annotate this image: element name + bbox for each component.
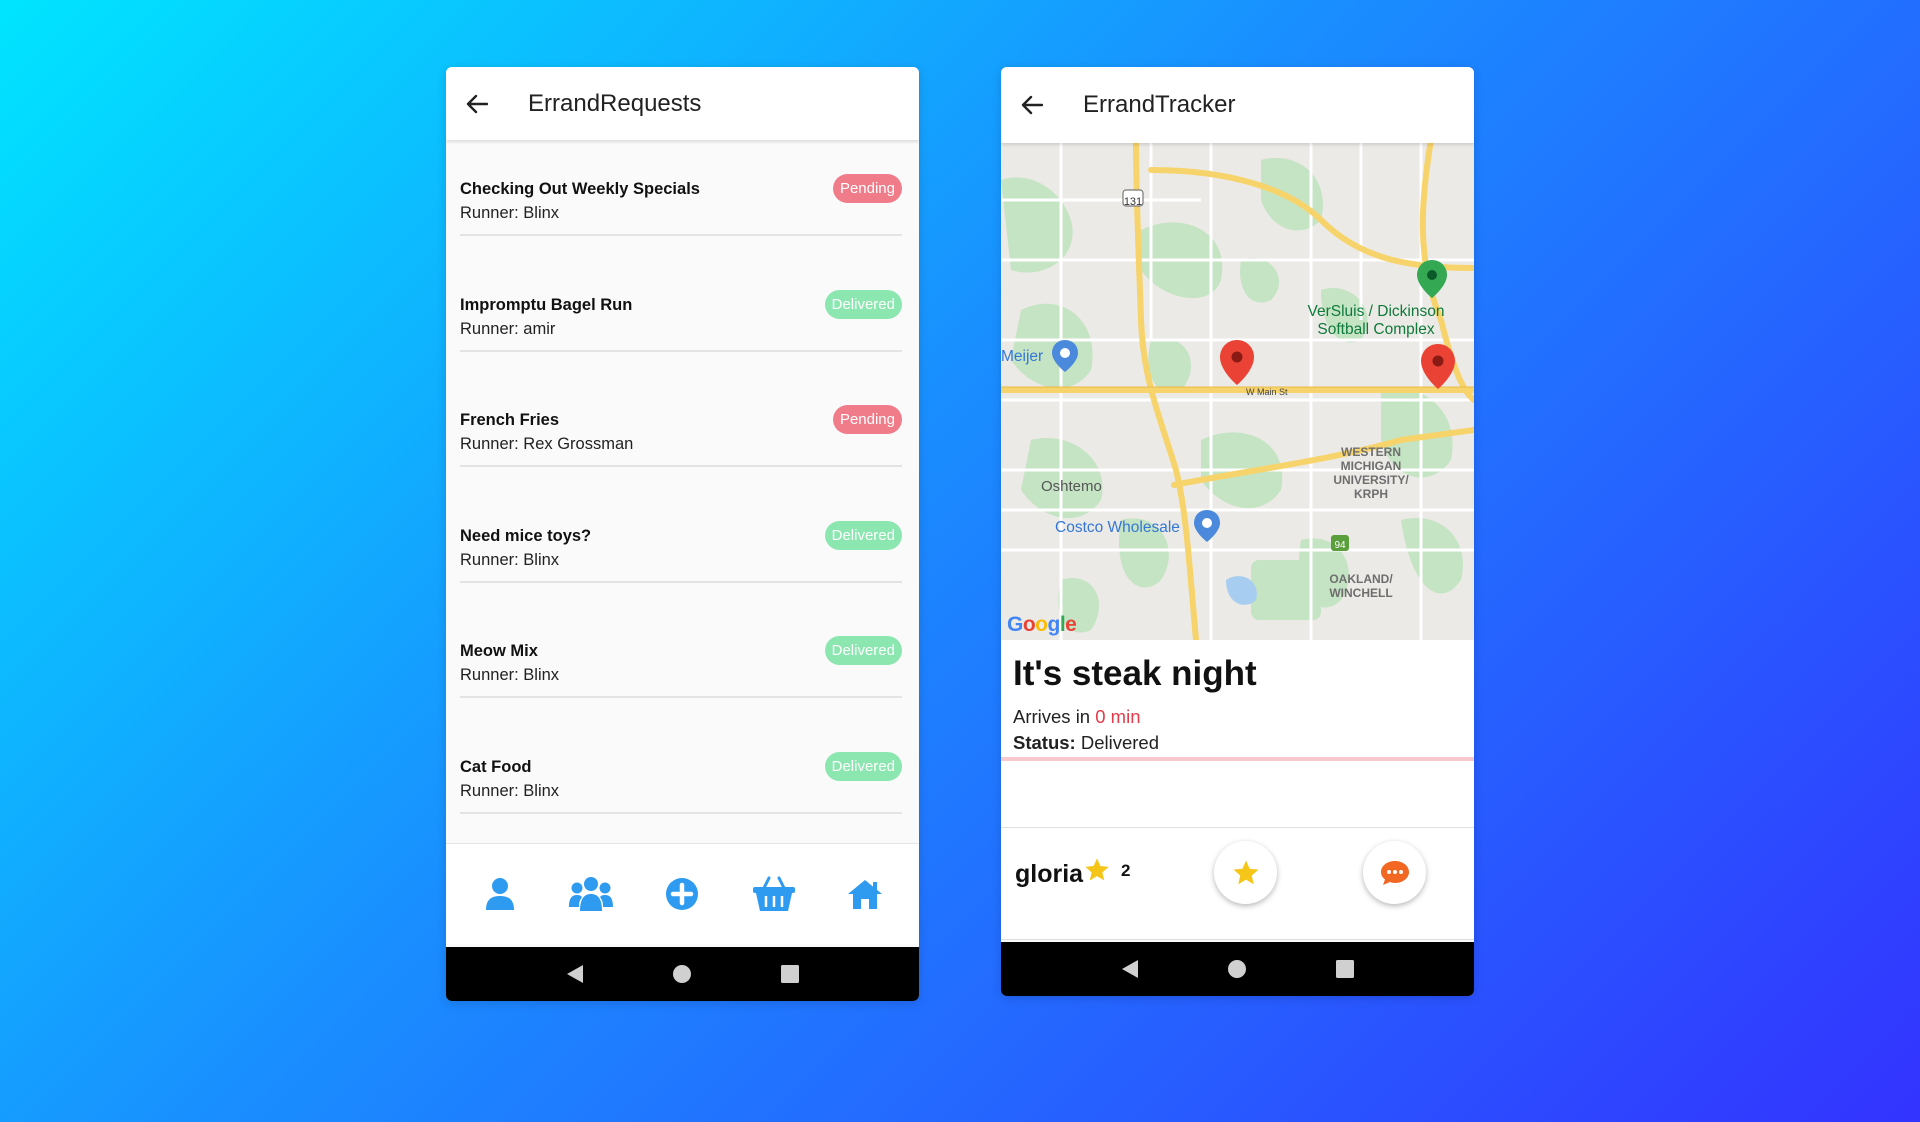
map-label-meijer: Meijer [1001,348,1044,365]
errand-item[interactable]: Need mice toys? Runner: Blinx Delivered [460,487,902,603]
errand-list: Checking Out Weekly Specials Runner: Bli… [446,140,919,840]
map-view[interactable]: 131 94 VerSluis / Dickinson Softball Com… [1001,140,1474,640]
map-label-costco: Costco Wholesale [1055,519,1180,536]
map-pin-red [1220,340,1254,385]
map-label-versluis: VerSluis / Dickinson Softball Complex [1307,303,1445,338]
system-back-icon[interactable] [1110,949,1150,989]
status-value: Delivered [1075,732,1159,753]
home-icon[interactable] [835,864,895,924]
arrival-prefix: Arrives in [1013,706,1096,727]
star-icon [1233,860,1258,884]
errand-item[interactable]: Impromptu Bagel Run Runner: amir Deliver… [460,256,902,372]
errand-runner: Runner: amir [460,319,556,338]
runner-bar: gloria 2 [1001,827,1474,940]
runner-name: gloria [1015,860,1084,888]
divider [460,696,902,698]
errand-name: Meow Mix [460,642,538,660]
basket-icon[interactable] [744,864,804,924]
status-badge: Pending [832,405,902,434]
status-badge: Delivered [824,636,902,665]
group-icon[interactable] [561,864,621,924]
status-text: Status: Delivered [1013,732,1159,754]
errand-details-card: It's steak night Arrives in 0 min Status… [1001,640,1474,827]
errand-runner: Runner: Blinx [460,666,560,684]
bottom-navigation [446,843,919,944]
system-home-icon[interactable] [1217,949,1257,989]
rate-button[interactable] [1214,841,1277,904]
page-title: ErrandRequests [528,89,702,117]
divider [460,580,902,583]
errand-name: Cat Food [460,757,532,776]
status-badge: Delivered [824,289,902,319]
divider [460,465,902,467]
divider [460,234,902,236]
status-badge: Delivered [824,751,902,781]
errand-item[interactable]: Cat Food Runner: Blinx Delivered [460,718,902,834]
map-canvas [1001,140,1474,640]
map-label-oshtemo: Oshtemo [1041,478,1102,495]
system-recents-icon[interactable] [770,954,810,994]
errand-runner: Runner: Blinx [460,550,560,569]
status-label: Status: [1013,732,1076,753]
app-bar: ErrandRequests [446,67,919,140]
map-pin-red [1421,344,1455,389]
errand-item[interactable]: French Fries Runner: Rex Grossman Pendin… [460,371,902,487]
errand-runner: Runner: Blinx [460,781,560,800]
runner-rating: 2 [1121,861,1131,880]
page-title: ErrandTracker [1083,91,1236,118]
errand-name: It's steak night [1013,654,1257,693]
google-logo: Google [1007,613,1077,636]
back-arrow-icon[interactable] [1017,90,1047,120]
highway-131-label: 131 [1123,196,1143,208]
add-circle-icon[interactable] [652,864,712,924]
arrival-minutes: 0 min [1095,706,1141,727]
map-label-wmu: WESTERN MICHIGAN UNIVERSITY/ KRPH [1333,445,1409,501]
system-nav-bar [1001,942,1474,996]
system-recents-icon[interactable] [1325,949,1365,989]
system-back-icon[interactable] [555,954,595,994]
divider [460,811,902,814]
map-label-oakland: OAKLAND/ WINCHELL [1329,572,1393,600]
status-badge: Delivered [824,520,902,550]
errand-name: Checking Out Weekly Specials [460,180,700,198]
chat-bubble-icon [1380,860,1409,885]
app-bar: ErrandTracker [1001,67,1474,143]
errand-requests-screen: ErrandRequests Checking Out Weekly Speci… [446,67,919,1001]
errand-item[interactable]: Checking Out Weekly Specials Runner: Bli… [460,140,902,256]
errand-runner: Runner: Blinx [460,204,560,222]
arrival-text: Arrives in 0 min [1013,706,1141,728]
errand-item[interactable]: Meow Mix Runner: Blinx Delivered [460,602,902,718]
profile-icon[interactable] [470,864,530,924]
highway-94-label: 94 [1334,540,1346,551]
chat-button[interactable] [1363,841,1426,904]
back-arrow-icon[interactable] [462,89,492,119]
map-label-w-main-st: W Main St [1246,387,1288,397]
errand-name: Need mice toys? [460,526,592,545]
divider [460,349,902,352]
star-icon [1083,856,1111,889]
status-divider [1001,757,1474,761]
errand-name: Impromptu Bagel Run [460,295,633,314]
errand-name: French Fries [460,411,560,429]
status-badge: Pending [832,174,902,203]
system-nav-bar [446,947,919,1001]
errand-runner: Runner: Rex Grossman [460,435,634,453]
system-home-icon[interactable] [662,954,702,994]
errand-tracker-screen: ErrandTracker 131 94 VerSluis / Dickinso… [1001,67,1474,996]
